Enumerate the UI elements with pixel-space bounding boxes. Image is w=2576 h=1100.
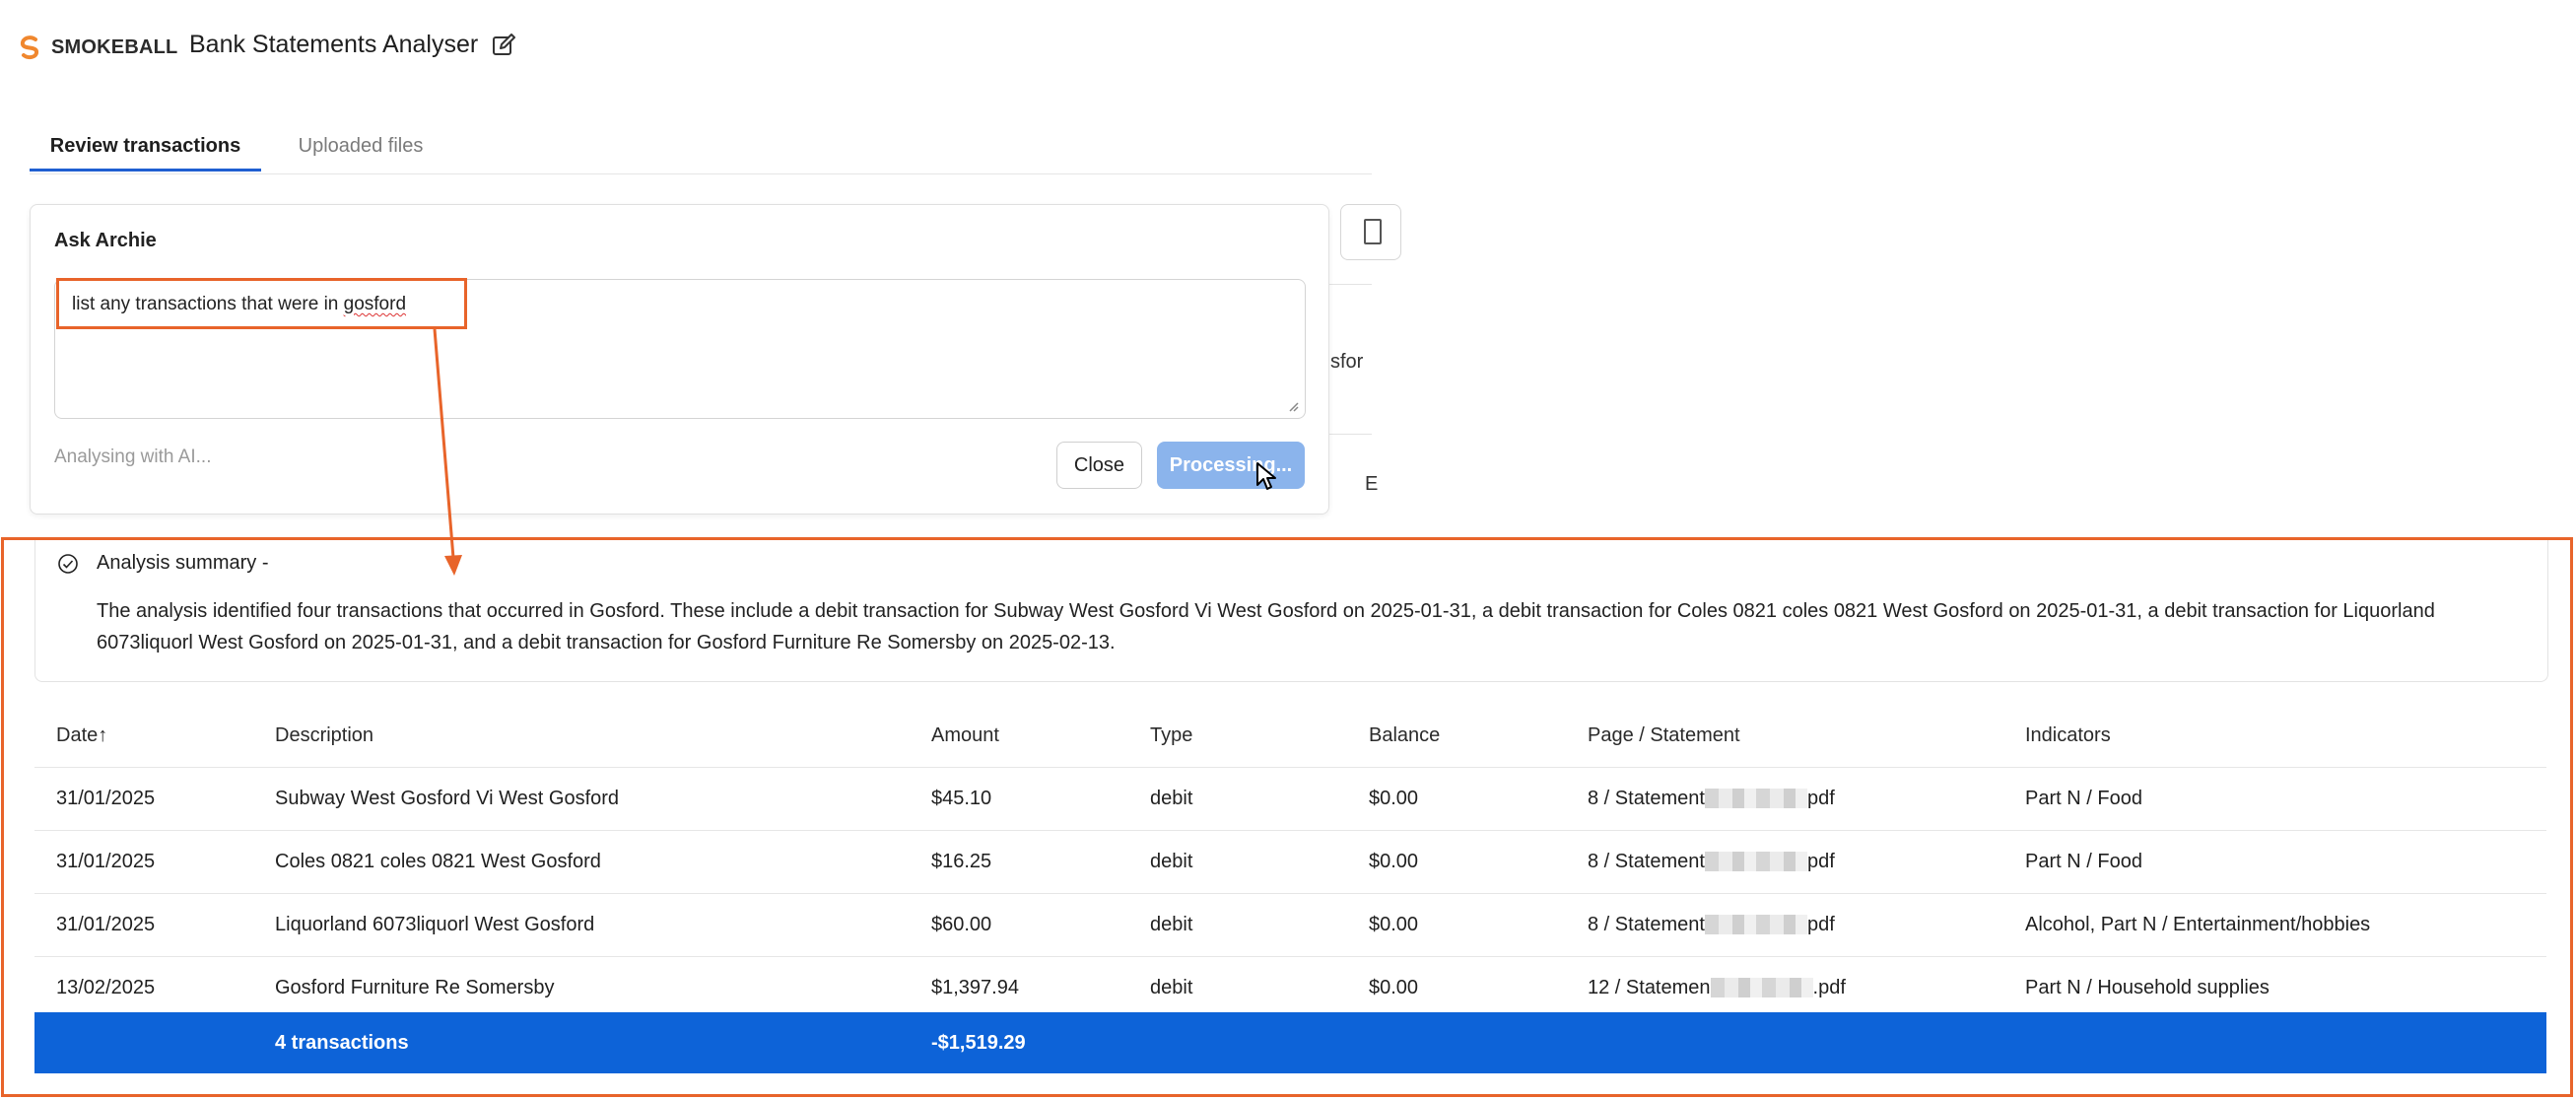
clipboard-icon: [1364, 219, 1382, 244]
brand-name: SMOKEBALL: [51, 35, 178, 58]
resize-handle-icon[interactable]: [1287, 400, 1299, 412]
background-partial-text: E: [1365, 473, 1379, 495]
results-highlight-box: [1, 537, 2573, 1097]
app-title: Bank Statements Analyser: [189, 31, 479, 58]
close-button[interactable]: Close: [1056, 442, 1142, 489]
tabs-divider: [30, 173, 1372, 174]
smokeball-logo-icon: [20, 35, 39, 60]
analysing-status: Analysing with AI...: [54, 447, 212, 467]
query-highlight-box: [56, 278, 467, 329]
processing-button[interactable]: Processing...: [1157, 442, 1305, 489]
background-divider: [1328, 284, 1372, 285]
edit-icon[interactable]: [491, 33, 516, 58]
tab-uploaded-files[interactable]: Uploaded files: [289, 131, 433, 171]
smokeball-logo: SMOKEBALL: [16, 30, 177, 65]
active-tab-indicator: [30, 169, 261, 172]
background-partial-text: sfor: [1330, 351, 1364, 373]
mouse-cursor-icon: [1256, 462, 1276, 490]
background-divider: [1328, 434, 1372, 435]
tab-review-transactions[interactable]: Review transactions: [30, 131, 261, 171]
ask-archie-title: Ask Archie: [54, 230, 157, 251]
